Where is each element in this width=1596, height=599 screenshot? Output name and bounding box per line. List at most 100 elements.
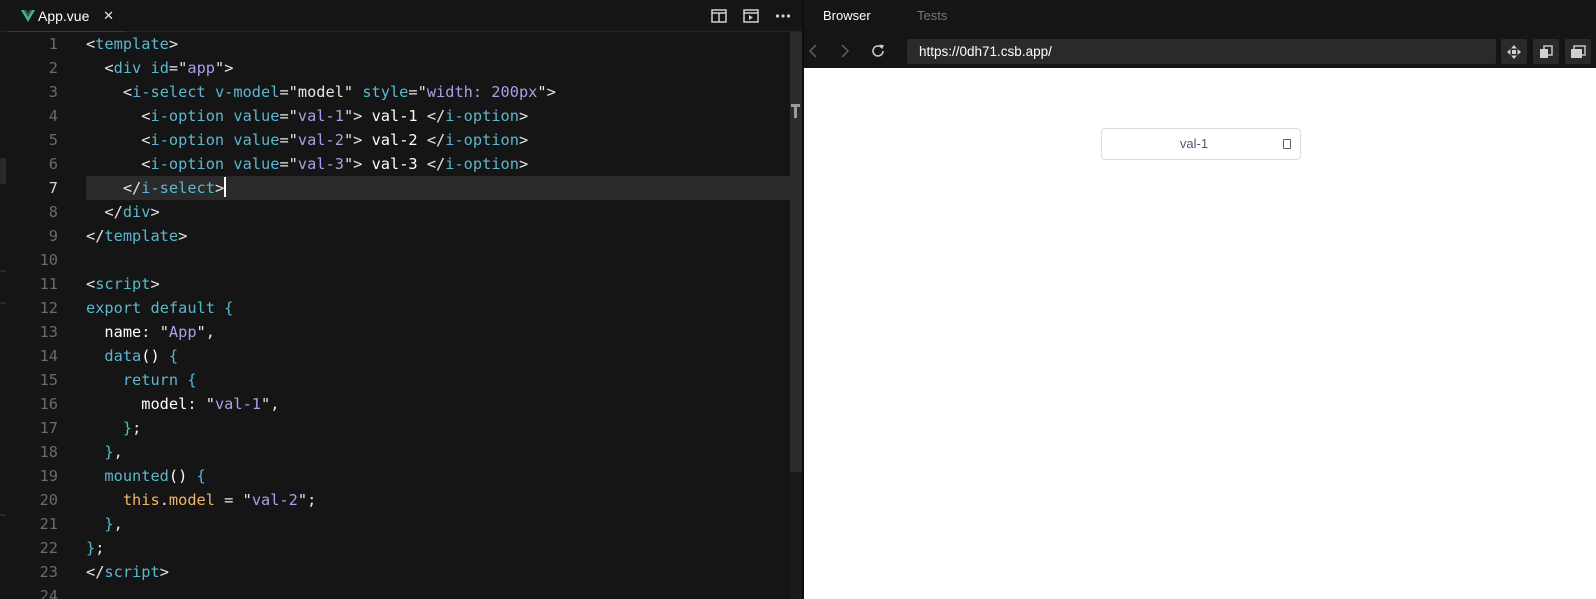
select-dropdown[interactable]: val-1: [1101, 128, 1301, 160]
line-number: 22: [39, 539, 58, 557]
code-token: i-option: [445, 155, 519, 173]
code-token: i-option: [150, 131, 225, 149]
code-token: ": [205, 395, 215, 413]
code-token: ": [343, 131, 354, 149]
code-token: ;: [95, 539, 105, 557]
code-token: id: [150, 59, 169, 77]
code-token: val-2: [297, 131, 344, 149]
code-token: model: [86, 395, 188, 413]
line-code: return {: [86, 368, 197, 392]
code-token: >: [178, 227, 188, 245]
line-code: };: [86, 536, 104, 560]
line-number: 10: [39, 251, 58, 269]
code-token: <: [86, 275, 96, 293]
code-token: i-select: [141, 179, 215, 197]
code-token: >: [159, 563, 169, 581]
code-token: =: [279, 83, 289, 101]
browser-nav-bar: https://0dh71.csb.app/: [804, 32, 1596, 68]
line-code: <template>: [86, 32, 178, 56]
line-code: </i-select>: [86, 176, 227, 200]
duplicate-window-icon[interactable]: [1533, 39, 1559, 64]
code-token: </: [426, 107, 446, 125]
tab-tests[interactable]: Tests: [917, 0, 947, 32]
tab-close-icon[interactable]: ✕: [103, 8, 114, 24]
code-token: val-2: [251, 491, 298, 509]
code-token: ": [215, 59, 225, 77]
code-token: width: 200px: [426, 83, 538, 101]
line-number: 20: [39, 491, 58, 509]
code-token: {: [224, 299, 234, 317]
browser-viewport: val-1: [804, 68, 1596, 599]
code-token: >: [214, 179, 225, 197]
code-token: =: [214, 491, 243, 509]
line-number: 5: [48, 131, 58, 149]
line-number: 23: [39, 563, 58, 581]
code-token: </: [426, 155, 446, 173]
editor-tab-bar: App.vue ✕: [0, 0, 802, 32]
split-editor-icon[interactable]: [709, 6, 729, 26]
code-token: data: [86, 347, 142, 365]
code-token: mounted: [86, 467, 169, 485]
move-icon[interactable]: [1501, 39, 1527, 64]
line-code: };: [86, 416, 141, 440]
strip-marker: [0, 158, 6, 184]
code-token: ": [196, 323, 206, 341]
code-token: val-1: [297, 107, 344, 125]
code-token: model: [168, 491, 215, 509]
tab-browser[interactable]: Browser: [823, 0, 871, 32]
code-token: =: [279, 155, 289, 173]
line-code: mounted() {: [86, 464, 205, 488]
refresh-icon[interactable]: [869, 42, 887, 60]
url-input[interactable]: https://0dh71.csb.app/: [907, 39, 1496, 64]
code-token: val-2: [362, 131, 427, 149]
code-token: "model": [288, 83, 354, 101]
code-token: value: [233, 155, 280, 173]
code-token: ,: [205, 323, 215, 341]
code-token: value: [233, 131, 280, 149]
code-token: <: [86, 59, 114, 77]
code-token: script: [104, 563, 160, 581]
line-code: </script>: [86, 560, 169, 584]
line-code: <i-option value="val-2"> val-2 </i-optio…: [86, 128, 528, 152]
back-arrow-icon[interactable]: [805, 42, 823, 60]
code-token: {: [168, 347, 179, 365]
code-token: >: [168, 35, 179, 53]
line-number: 2: [48, 59, 58, 77]
select-value: val-1: [1179, 136, 1209, 151]
line-code: <script>: [86, 272, 160, 296]
code-token: </: [86, 179, 142, 197]
forward-arrow-icon[interactable]: [835, 42, 853, 60]
code-token: this: [86, 491, 160, 509]
more-actions-icon[interactable]: [773, 6, 793, 26]
code-token: >: [518, 131, 529, 149]
tab-app-vue[interactable]: App.vue ✕: [8, 0, 126, 32]
line-number: 17: [39, 419, 58, 437]
activity-strip: [0, 32, 8, 599]
code-token: div: [122, 203, 151, 221]
code-token: <: [86, 131, 151, 149]
code-token: i-select: [132, 83, 206, 101]
scrollbar-thumb[interactable]: [790, 32, 802, 472]
new-window-icon[interactable]: [1565, 39, 1591, 64]
line-number: 13: [39, 323, 58, 341]
code-token: ": [297, 491, 308, 509]
line-number: 15: [39, 371, 58, 389]
code-token: :: [187, 395, 206, 413]
code-area[interactable]: 1 <template> 2 <div id="app"> 3 <i-select v…: [8, 32, 802, 599]
code-token: return: [86, 371, 179, 389]
open-preview-icon[interactable]: [741, 6, 761, 26]
code-token: >: [518, 155, 529, 173]
line-code: <div id="app">: [86, 56, 233, 80]
line-code: export default {: [86, 296, 233, 320]
strip-divider: [0, 514, 6, 516]
code-token: <: [86, 155, 151, 173]
code-token: ": [242, 491, 252, 509]
code-token: default: [150, 299, 215, 317]
line-number: 12: [39, 299, 58, 317]
dropdown-arrow-icon: [1283, 139, 1291, 149]
strip-divider: [0, 270, 6, 272]
code-token: ": [288, 107, 298, 125]
